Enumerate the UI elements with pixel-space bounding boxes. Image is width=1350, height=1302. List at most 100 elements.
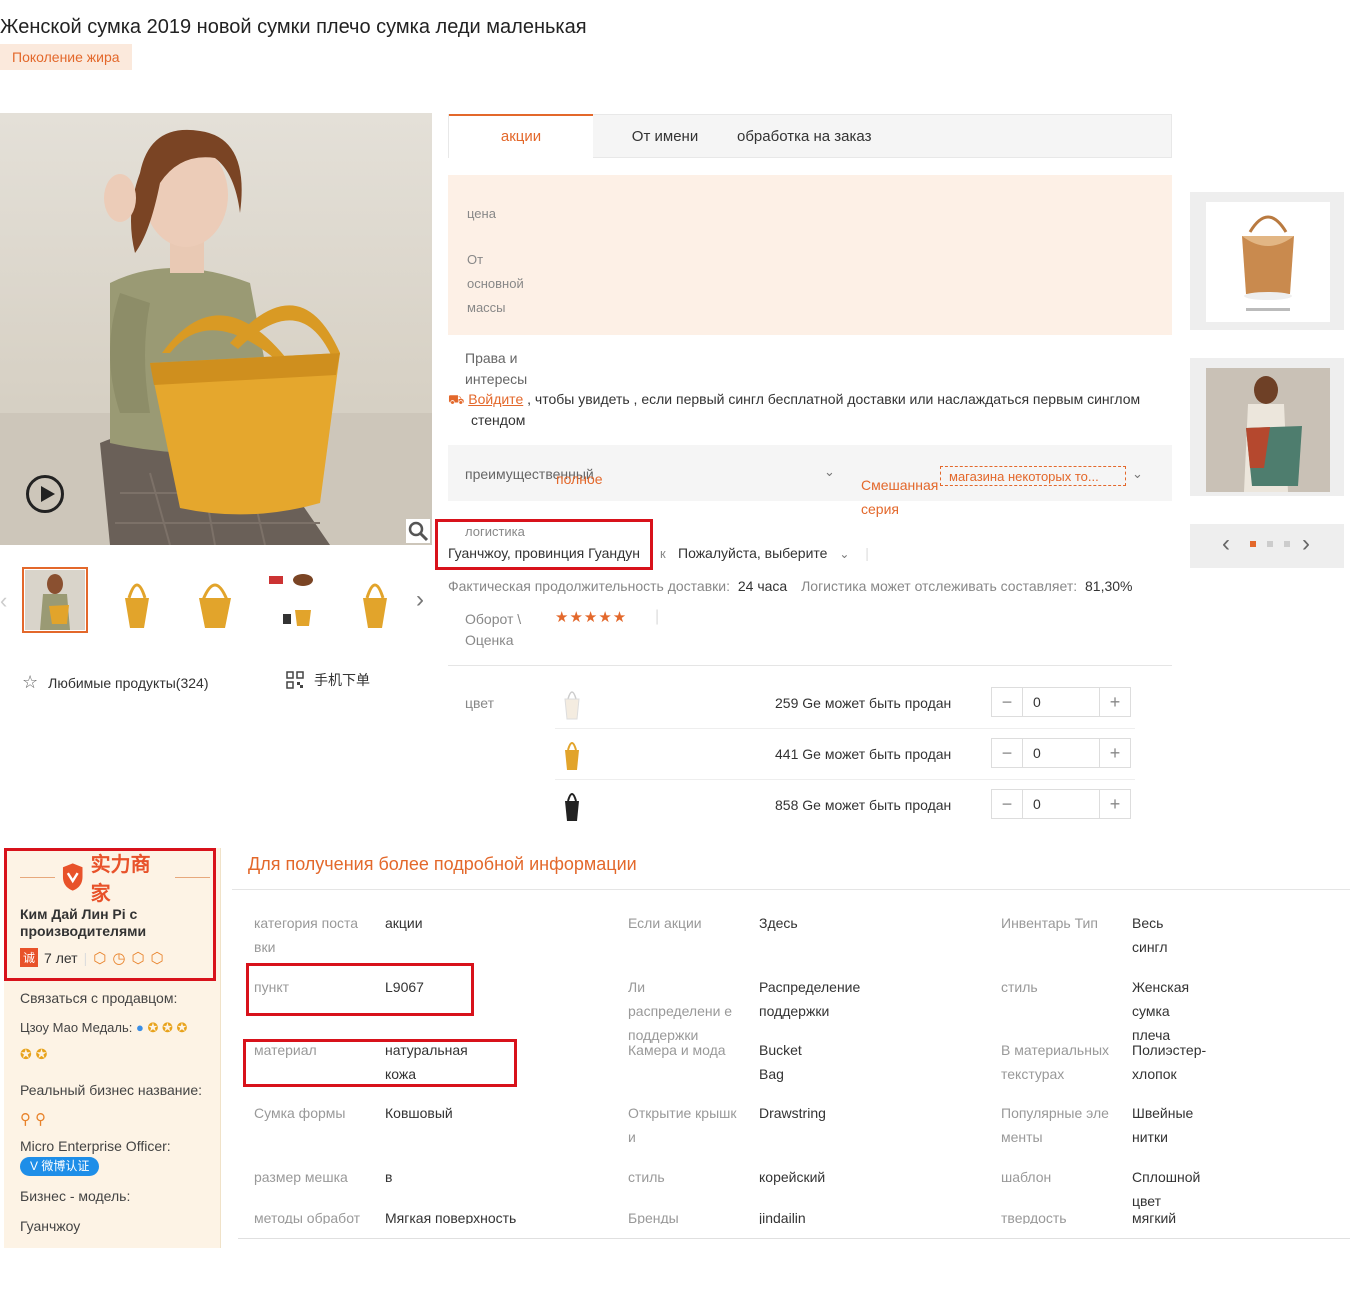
tracking-value: 81,30% [1085, 578, 1133, 594]
seller-strength-badge: 实力商家 [20, 854, 211, 905]
shield-icon [63, 863, 83, 891]
related-pager: ‹ › [1190, 524, 1344, 568]
return-icon[interactable]: ⬡ [131, 949, 144, 967]
pager-dot[interactable] [1267, 541, 1273, 547]
bag-black-icon[interactable] [555, 785, 589, 825]
delivery-label: Фактическая продолжительность доставки: [448, 578, 730, 594]
detail-value: натуральная кожа [385, 1042, 468, 1082]
seller-name[interactable]: Ким Дай Лин Pi с производителями [20, 906, 206, 940]
business-name-label: Реальный бизнес название: [20, 1082, 202, 1098]
quantity-input[interactable]: 0 [1022, 739, 1100, 767]
rights-label-line2: интересы [465, 371, 528, 387]
bag-yellow-icon[interactable] [555, 734, 589, 774]
advantages-full[interactable]: полное [556, 471, 603, 487]
main-product-image[interactable] [0, 113, 432, 545]
plus-button[interactable]: + [1100, 688, 1130, 716]
plus-button[interactable]: + [1100, 790, 1130, 818]
plus-button[interactable]: + [1100, 739, 1130, 767]
thumbs-next-icon[interactable]: › [416, 586, 424, 614]
color-row-white: 259 Ge может быть продан − 0 + [555, 678, 1135, 728]
detail-label: размер мешка [254, 1169, 348, 1185]
thumbnail-5[interactable] [342, 567, 408, 633]
play-video-icon[interactable] [26, 475, 64, 513]
micro-officer-label: Micro Enterprise Officer: [20, 1138, 171, 1154]
quantity-input[interactable]: 0 [1022, 688, 1100, 716]
badge-line [174, 876, 211, 878]
from-label-3: массы [467, 300, 506, 315]
contact-seller-label: Связаться с продавцом: [20, 990, 178, 1006]
store-select[interactable]: магазина некоторых то... [940, 466, 1126, 486]
chat-icon[interactable]: ● [136, 1020, 144, 1035]
color-row-black: 858 Ge может быть продан − 0 + [555, 780, 1135, 830]
product-title: Женской сумка 2019 новой сумки плечо сум… [0, 16, 587, 38]
detail-value: акции [385, 915, 423, 931]
minus-button[interactable]: − [992, 739, 1022, 767]
badge-line [20, 876, 56, 878]
quality-icon[interactable]: ⬡ [93, 949, 106, 967]
minus-button[interactable]: − [992, 688, 1022, 716]
detail-label: шаблон [1001, 1169, 1052, 1185]
price-box [448, 175, 1172, 335]
minus-button[interactable]: − [992, 790, 1022, 818]
details-title: Для получения более подробной информации [248, 854, 637, 874]
quantity-stepper: − 0 + [991, 738, 1131, 768]
clock-icon[interactable]: ◷ [112, 949, 125, 967]
thumbnail-3[interactable] [182, 567, 248, 633]
verified-icons: ⚲ ⚲ [20, 1111, 47, 1128]
related-next-icon[interactable]: › [1302, 530, 1310, 558]
weibo-badge[interactable]: V 微博认证 [20, 1157, 100, 1176]
quantity-stepper: − 0 + [991, 789, 1131, 819]
truck-icon: ⛟ [448, 392, 465, 407]
product-tag[interactable]: Поколение жира [0, 44, 132, 70]
thumbnail-2[interactable] [104, 567, 170, 633]
section-divider [448, 665, 1172, 666]
pager-dot-active[interactable] [1250, 541, 1256, 547]
thumbnail-1[interactable] [22, 567, 88, 633]
tab-promotions[interactable]: акции [449, 114, 593, 158]
medal-icons: ✪ ✪ [20, 1046, 48, 1062]
detail-value: L9067 [385, 979, 424, 995]
rating-stars: ★★★★★ [555, 609, 628, 626]
login-notice: ⛟ Войдите , чтобы увидеть , если первый … [448, 389, 1168, 431]
mixed-series-line2: серия [861, 501, 899, 517]
bag-white-icon[interactable] [555, 683, 589, 723]
zoom-icon[interactable] [406, 519, 430, 543]
favorites-button[interactable]: ☆ Любимые продукты(324) [22, 672, 208, 693]
destination-select[interactable]: Пожалуйста, выберите ⌄ | [678, 545, 869, 561]
mobile-order-button[interactable]: 手机下单 [286, 670, 370, 690]
detail-label: категория поста вки [254, 915, 359, 955]
detail-value: Bucket Bag [759, 1042, 802, 1082]
from-label-2: основной [467, 276, 524, 291]
detail-value: Ковшовый [385, 1105, 453, 1121]
divider-bar: | [83, 949, 88, 966]
rights-label: Права и интересы [465, 348, 527, 390]
mixed-series-line1: Смешанная [861, 477, 939, 493]
business-model-label: Бизнес - модель: [20, 1188, 131, 1204]
color-row-yellow: 441 Ge может быть продан − 0 + [555, 729, 1135, 779]
detail-label: стиль [1001, 979, 1038, 995]
years-label: 7 лет [44, 949, 78, 966]
detail-value: корейский [759, 1169, 826, 1185]
detail-label: Популярные эле менты [1001, 1105, 1109, 1145]
detail-value: в [385, 1169, 393, 1185]
tab-on-behalf[interactable]: От имени [593, 115, 737, 159]
merchant-icon[interactable]: ⬡ [151, 949, 164, 967]
advantages-chevron-icon[interactable]: ⌄ [824, 464, 835, 480]
logistics-from: Гуанчжоу, провинция Гуандун [448, 545, 641, 561]
pager-dot[interactable] [1284, 541, 1290, 547]
related-product-2[interactable] [1190, 358, 1344, 496]
tab-custom-processing[interactable]: обработка на заказ [737, 115, 871, 159]
quantity-input[interactable]: 0 [1022, 790, 1100, 818]
trust-badge: 诚 [20, 948, 39, 967]
mixed-series[interactable]: Смешанная серия [861, 473, 938, 521]
login-link[interactable]: Войдите [468, 391, 523, 407]
related-product-1[interactable] [1190, 192, 1344, 330]
detail-value: Распределение поддержки [759, 979, 861, 1019]
store-select-chevron-icon[interactable]: ⌄ [1132, 466, 1143, 482]
qr-code-icon [286, 671, 304, 689]
detail-label: В материальных текстурах [1001, 1042, 1110, 1082]
stock-text: 441 Ge может быть продан [775, 746, 952, 762]
related-prev-icon[interactable]: ‹ [1222, 530, 1230, 558]
thumbnail-4[interactable] [262, 567, 328, 633]
model-with-bag-illustration [0, 129, 432, 545]
